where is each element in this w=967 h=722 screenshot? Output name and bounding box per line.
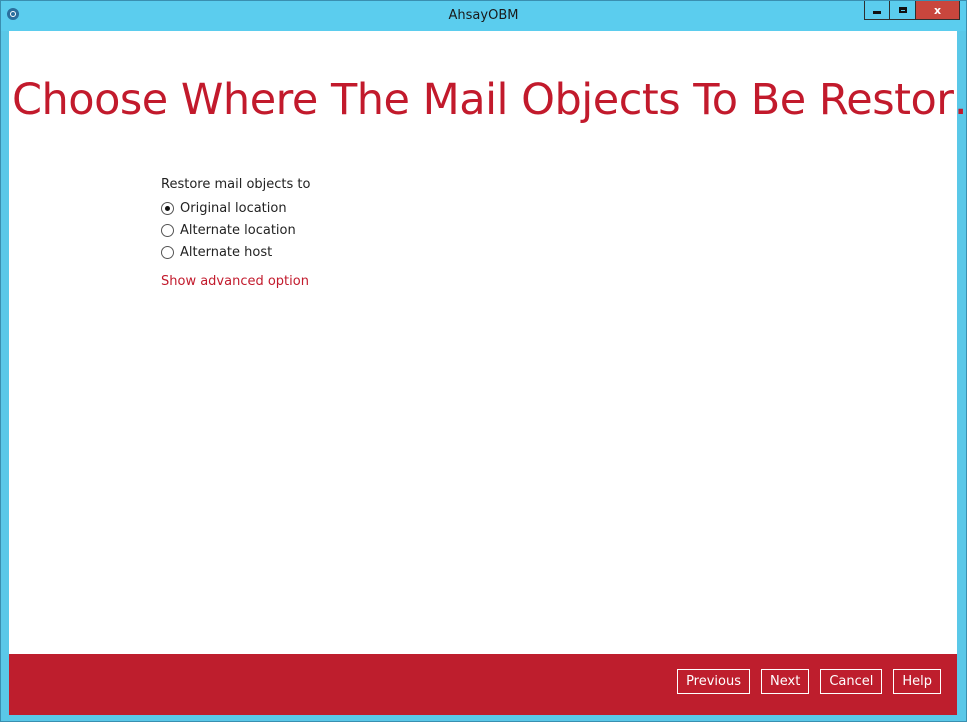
cancel-button[interactable]: Cancel bbox=[820, 669, 883, 694]
minimize-button[interactable] bbox=[864, 1, 890, 20]
radio-label[interactable]: Alternate location bbox=[180, 223, 296, 238]
close-button[interactable]: x bbox=[916, 1, 960, 20]
close-icon: x bbox=[933, 3, 942, 17]
previous-button[interactable]: Previous bbox=[677, 669, 751, 694]
maximize-icon bbox=[898, 7, 907, 13]
help-button[interactable]: Help bbox=[893, 669, 941, 694]
maximize-button[interactable] bbox=[890, 1, 916, 20]
radio-unchecked-icon[interactable] bbox=[161, 223, 174, 237]
window-title: AhsayOBM bbox=[448, 8, 519, 23]
app-window: AhsayOBM x Choose Where The Mail Objects… bbox=[0, 0, 967, 722]
minimize-icon bbox=[873, 11, 881, 14]
restore-group-label: Restore mail objects to bbox=[161, 177, 311, 192]
title-bar[interactable]: AhsayOBM x bbox=[1, 1, 966, 31]
radio-checked-icon[interactable] bbox=[161, 201, 174, 215]
radio-alternate-location[interactable]: Alternate location bbox=[161, 219, 310, 241]
radio-label[interactable]: Original location bbox=[180, 201, 287, 216]
radio-original-location[interactable]: Original location bbox=[161, 197, 310, 219]
window-controls: x bbox=[864, 1, 960, 21]
radio-unchecked-icon[interactable] bbox=[161, 245, 174, 259]
page-title: Choose Where The Mail Objects To Be Rest… bbox=[12, 75, 967, 125]
show-advanced-option-link[interactable]: Show advanced option bbox=[161, 274, 310, 289]
next-button[interactable]: Next bbox=[761, 669, 810, 694]
radio-alternate-host[interactable]: Alternate host bbox=[161, 241, 310, 263]
footer-buttons: Previous Next Cancel Help bbox=[677, 669, 941, 694]
radio-label[interactable]: Alternate host bbox=[180, 245, 272, 260]
restore-options: Restore mail objects to Original locatio… bbox=[161, 177, 310, 289]
footer-bar: Previous Next Cancel Help bbox=[9, 654, 957, 715]
content-area: Choose Where The Mail Objects To Be Rest… bbox=[9, 31, 967, 654]
